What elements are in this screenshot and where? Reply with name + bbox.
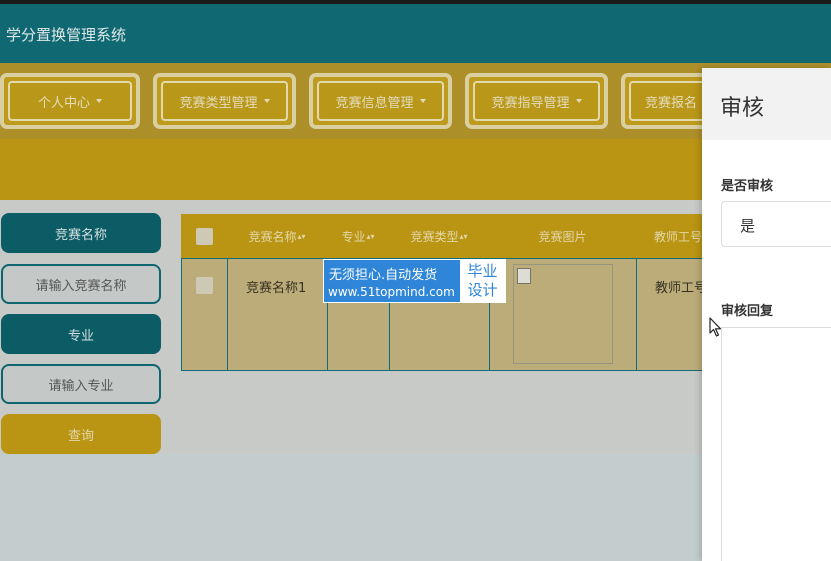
watermark-side-line2: 设计 — [467, 281, 498, 299]
watermark-url: www.51topmind.com — [328, 285, 455, 299]
review-drawer: 审核 是否审核 是 审核回复 — [702, 68, 831, 561]
drawer-header: 审核 — [702, 68, 831, 140]
mouse-pointer-icon — [709, 317, 722, 337]
watermark-line1: 无须担心.自动发货 — [329, 268, 438, 283]
review-status-label: 是否审核 — [721, 179, 774, 194]
drawer-title: 审核 — [720, 96, 765, 121]
review-status-value: 是 — [740, 217, 756, 235]
watermark-text-block: 无须担心.自动发货 www.51topmind.com — [324, 260, 460, 302]
watermark-side-block: 毕业 设计 — [460, 260, 505, 302]
watermark-badge: 无须担心.自动发货 www.51topmind.com 毕业 设计 — [323, 259, 506, 303]
review-status-select[interactable]: 是 — [721, 201, 831, 247]
watermark-side-line1: 毕业 — [467, 262, 498, 280]
review-reply-textarea[interactable] — [721, 327, 831, 561]
review-reply-label: 审核回复 — [721, 304, 774, 319]
